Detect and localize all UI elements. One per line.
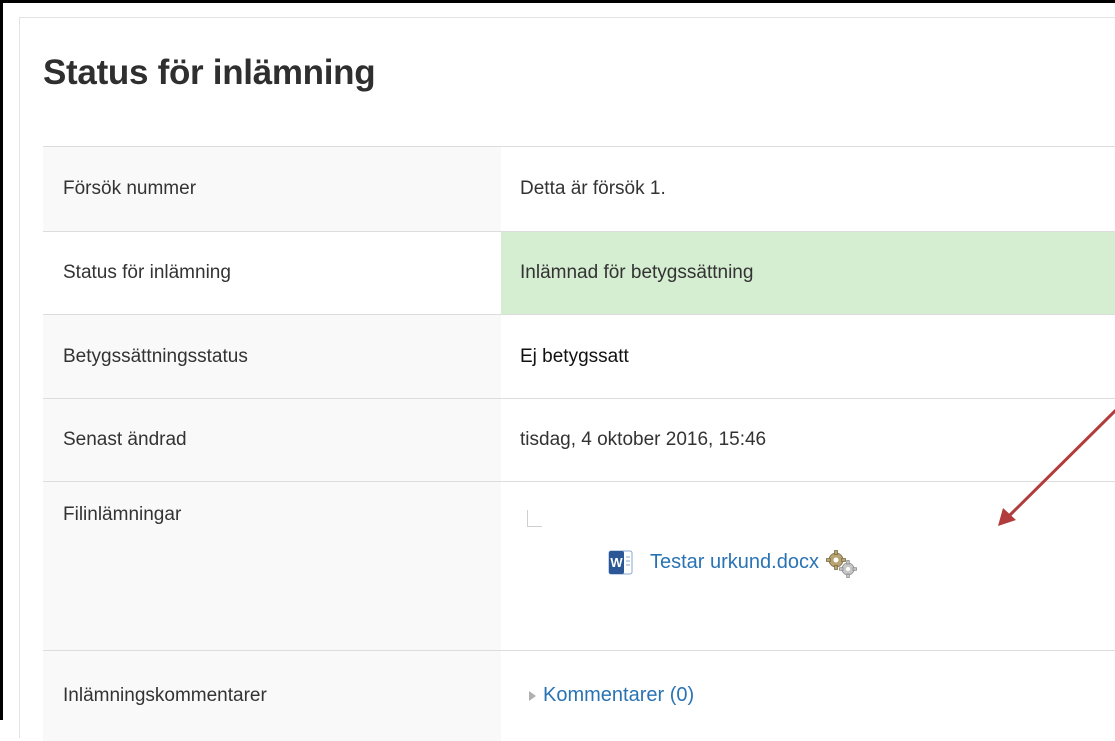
row-label: Status för inlämning — [43, 232, 501, 315]
row-label: Betygssättningsstatus — [43, 315, 501, 399]
table-row-submission-status: Status för inlämning Inlämnad för betygs… — [43, 232, 1115, 315]
svg-text:W: W — [610, 555, 623, 570]
comments-cell: Kommentarer (0) — [501, 651, 1115, 741]
row-label: Inlämningskommentarer — [43, 651, 501, 741]
table-row-file-submissions: Filinlämningar W Testar urku — [43, 482, 1115, 651]
submission-status-value: Inlämnad för betygssättning — [501, 232, 1115, 315]
row-label: Filinlämningar — [43, 482, 501, 651]
table-row-last-modified: Senast ändrad tisdag, 4 oktober 2016, 15… — [43, 399, 1115, 482]
file-entry: W Testar urkund.docx — [608, 547, 860, 577]
table-row-grading-status: Betygssättningsstatus Ej betygssatt — [43, 315, 1115, 399]
comments-toggle[interactable]: Kommentarer (0) — [520, 684, 694, 707]
grading-status-value: Ej betygssatt — [501, 315, 1115, 399]
caret-right-icon[interactable] — [528, 690, 537, 702]
comments-link[interactable]: Kommentarer (0) — [543, 684, 694, 707]
page-title: Status för inlämning — [43, 53, 375, 93]
row-label: Försök nummer — [43, 147, 501, 232]
table-row-attempt-number: Försök nummer Detta är försök 1. — [43, 147, 1115, 232]
file-tree-connector — [527, 510, 542, 527]
row-value: Detta är försök 1. — [501, 147, 1115, 232]
table-row-submission-comments: Inlämningskommentarer Kommentarer (0) — [43, 651, 1115, 741]
screenshot-frame: Status för inlämning Försök nummer Detta… — [0, 0, 1115, 720]
submission-status-table: Försök nummer Detta är försök 1. Status … — [43, 146, 1115, 741]
gear-icon[interactable] — [824, 549, 860, 579]
submitted-file-link[interactable]: Testar urkund.docx — [650, 551, 819, 574]
word-document-icon[interactable]: W — [608, 550, 633, 575]
row-label: Senast ändrad — [43, 399, 501, 482]
file-submissions-cell: W Testar urkund.docx — [501, 482, 1115, 651]
last-modified-value: tisdag, 4 oktober 2016, 15:46 — [501, 399, 1115, 482]
